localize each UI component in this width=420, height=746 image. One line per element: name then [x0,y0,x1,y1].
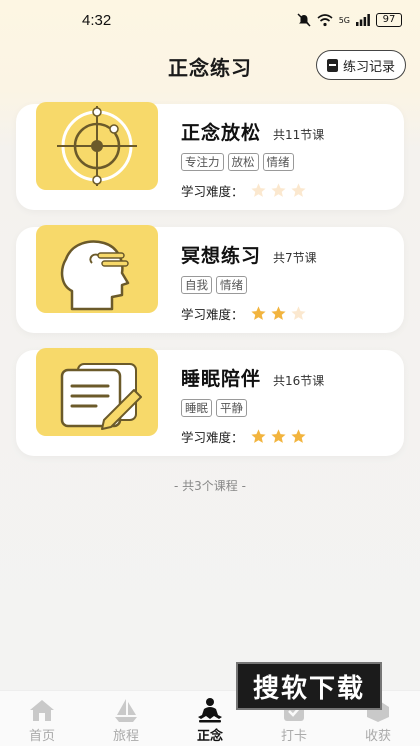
course-thumbnail [36,102,158,190]
nav-label: 旅程 [112,729,139,744]
course-count: 共16节课 [273,374,325,388]
practice-record-button[interactable]: 练习记录 [315,50,406,80]
sailboat-icon [115,699,137,722]
meditation-icon [198,698,222,723]
course-card[interactable]: 冥想练习 共7节课 自我 情绪 学习难度： [16,225,404,333]
star-filled-icon [250,306,266,320]
course-count: 共7节课 [273,251,317,265]
practice-record-label: 练习记录 [342,59,395,75]
course-info: 冥想练习 共7节课 自我 情绪 学习难度： [181,241,394,323]
difficulty-row: 学习难度： [181,304,394,323]
difficulty-stars [250,182,307,199]
course-tag: 专注力 [181,153,224,171]
course-tag: 情绪 [262,153,294,171]
course-thumbnail [36,225,158,313]
nav-label: 打卡 [280,729,307,744]
status-time: 4:32 [82,11,112,29]
course-tag: 平静 [216,399,247,417]
course-count: 共11节课 [273,128,325,142]
star-filled-icon [290,429,306,443]
home-icon [30,700,54,721]
status-icons: 5G 97 [297,13,402,27]
course-info: 睡眠陪伴 共16节课 睡眠 平静 学习难度： [181,364,394,446]
course-total-note: - 共3个课程 - [174,479,246,493]
difficulty-stars [250,428,307,445]
course-thumbnail [36,348,158,436]
course-title: 冥想练习 [181,245,262,267]
status-bar: 4:32 5G 97 [0,0,420,40]
star-empty-icon [290,306,306,320]
page-title: 正念练习 [168,55,252,80]
difficulty-row: 学习难度： [181,427,394,446]
difficulty-stars [250,305,307,322]
header: 正念练习 练习记录 [0,44,420,88]
course-tag: 放松 [227,153,259,171]
nav-item-journey[interactable]: 旅程 [84,691,168,744]
course-tags: 专注力 放松 情绪 [181,153,394,171]
nav-label: 正念 [196,729,223,744]
nav-item-home[interactable]: 首页 [0,691,84,744]
course-title: 正念放松 [181,122,262,144]
course-card[interactable]: 正念放松 共11节课 专注力 放松 情绪 学习难度： [16,102,404,210]
target-icon [57,106,137,186]
star-filled-icon [270,306,286,320]
notes-pencil-icon [60,363,142,430]
course-tag: 睡眠 [181,399,212,417]
difficulty-label: 学习难度： [181,430,244,445]
star-empty-icon [290,183,306,197]
record-icon [326,58,338,72]
difficulty-label: 学习难度： [181,184,244,199]
star-filled-icon [270,429,286,443]
mute-icon [297,13,311,27]
course-list: 正念放松 共11节课 专注力 放松 情绪 学习难度： 冥想练习 共7节课 自我 … [16,102,404,473]
course-card[interactable]: 睡眠陪伴 共16节课 睡眠 平静 学习难度： [16,348,404,456]
battery-indicator: 97 [376,13,402,27]
signal-label: 5G [338,15,350,25]
nav-label: 首页 [28,729,55,744]
course-info: 正念放松 共11节课 专注力 放松 情绪 学习难度： [181,118,394,200]
wifi-icon [317,13,333,26]
course-tag: 情绪 [216,276,247,294]
head-meditation-icon [60,240,130,311]
course-title: 睡眠陪伴 [181,368,262,390]
signal-icon [356,14,370,26]
difficulty-row: 学习难度： [181,181,394,200]
course-tags: 自我 情绪 [181,276,394,294]
course-tags: 睡眠 平静 [181,399,394,417]
difficulty-label: 学习难度： [181,307,244,322]
watermark-logo: 搜软下载 [236,662,382,710]
star-empty-icon [270,183,286,197]
nav-label: 收获 [364,729,391,744]
star-empty-icon [250,183,266,197]
course-tag: 自我 [181,276,212,294]
star-filled-icon [250,429,266,443]
